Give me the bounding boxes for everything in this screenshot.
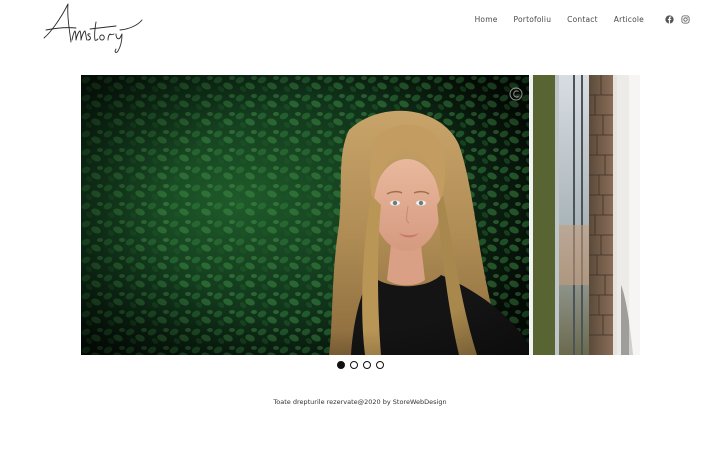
social-links: [658, 14, 690, 24]
main-nav: Home Portofoliu Contact Articole: [475, 12, 690, 26]
logo-signature: [43, 3, 143, 53]
slider-dot-4[interactable]: [375, 361, 384, 369]
portrait-photo: [81, 75, 529, 355]
slider-pagination: [0, 361, 720, 369]
site-logo[interactable]: [42, 0, 146, 56]
nav-item-contact[interactable]: Contact: [567, 15, 598, 24]
footer-copyright: Toate drepturile rezervate@2020 by Store…: [273, 398, 447, 406]
slider-dot-3[interactable]: [362, 361, 371, 369]
page: Home Portofoliu Contact Articole Toate d…: [0, 0, 720, 450]
slide-active[interactable]: [81, 75, 529, 355]
slider-dot-2[interactable]: [349, 361, 358, 369]
slider-dot-1[interactable]: [336, 361, 345, 369]
nav-item-portofoliu[interactable]: Portofoliu: [514, 15, 552, 24]
instagram-icon[interactable]: [681, 14, 690, 24]
facebook-icon[interactable]: [665, 14, 674, 24]
next-slide-photo: [529, 75, 640, 355]
nav-item-home[interactable]: Home: [475, 15, 498, 24]
nav-item-articole[interactable]: Articole: [614, 15, 644, 24]
slide-next-preview[interactable]: [529, 75, 640, 355]
image-slider[interactable]: [81, 75, 640, 355]
